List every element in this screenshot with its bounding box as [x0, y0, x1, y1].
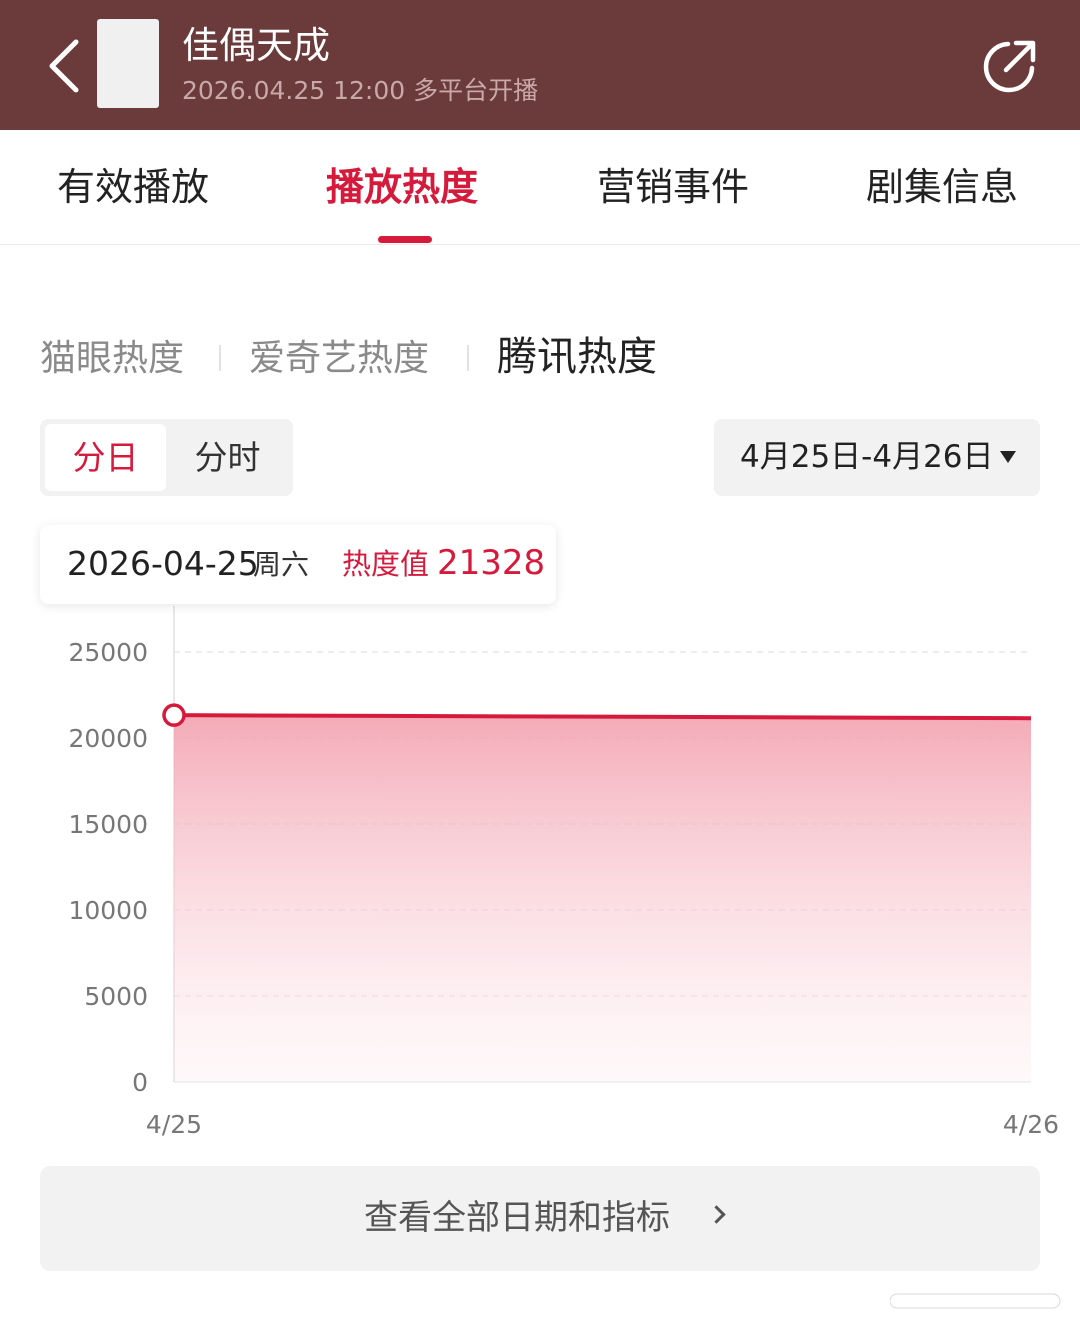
- source-tab-tencent[interactable]: 腾讯热度: [497, 334, 657, 380]
- tab-effective-play[interactable]: 有效播放: [57, 162, 209, 212]
- tab-play-heat[interactable]: 播放热度: [326, 162, 478, 212]
- data-point-highlight: [162, 703, 186, 727]
- y-tick-label: 0: [132, 1068, 148, 1097]
- y-tick-label: 20000: [68, 724, 148, 753]
- source-tab-maoyan[interactable]: 猫眼热度: [40, 336, 184, 382]
- source-tab-iqiyi[interactable]: 爱奇艺热度: [249, 336, 429, 382]
- show-title: 佳偶天成: [182, 24, 330, 67]
- x-tick-label: 4/26: [1003, 1110, 1059, 1139]
- tooltip-date: 2026-04-25: [67, 544, 259, 583]
- y-tick-label: 5000: [84, 982, 148, 1011]
- show-poster: [97, 19, 159, 108]
- tooltip-metric-value: 21328: [437, 543, 546, 583]
- show-premiere-info: 2026.04.25 12:00 多平台开播: [182, 76, 539, 105]
- tooltip-metric-label: 热度值: [342, 547, 430, 581]
- home-indicator: [890, 1293, 1061, 1309]
- y-tick-label: 10000: [68, 896, 148, 925]
- chevron-right-icon: [707, 1205, 726, 1224]
- back-arrow-icon[interactable]: [40, 36, 90, 96]
- y-tick-label: 15000: [68, 810, 148, 839]
- date-range-picker[interactable]: 4月25日-4月26日: [714, 419, 1040, 496]
- series-area-fill: [174, 715, 1031, 1082]
- heat-area-chart: 25000 20000 15000 10000 5000 0 4/25 4/26: [68, 606, 1059, 1139]
- tab-episode-info[interactable]: 剧集信息: [866, 162, 1018, 212]
- top-header: 佳偶天成 2026.04.25 12:00 多平台开播: [0, 0, 1080, 130]
- granularity-toggle: 分日 分时: [40, 419, 293, 496]
- source-divider: [219, 345, 221, 371]
- y-tick-label: 25000: [68, 638, 148, 667]
- tooltip-weekday: 周六: [253, 548, 310, 581]
- date-range-label: 4月25日-4月26日: [740, 439, 994, 475]
- tab-marketing-events[interactable]: 营销事件: [597, 162, 749, 212]
- granularity-daily-button[interactable]: 分日: [45, 424, 166, 491]
- active-tab-indicator: [378, 236, 432, 243]
- main-tabs: 有效播放 播放热度 营销事件 剧集信息: [0, 130, 1080, 245]
- granularity-hourly-button[interactable]: 分时: [167, 424, 288, 491]
- x-tick-label: 4/25: [146, 1110, 202, 1139]
- chart-tooltip: 2026-04-25 周六 热度值 21328: [40, 525, 556, 604]
- source-divider: [467, 345, 469, 371]
- view-all-dates-button[interactable]: 查看全部日期和指标: [40, 1166, 1040, 1271]
- share-icon[interactable]: [978, 36, 1040, 98]
- caret-down-icon: [1000, 451, 1016, 463]
- view-all-label: 查看全部日期和指标: [364, 1198, 670, 1238]
